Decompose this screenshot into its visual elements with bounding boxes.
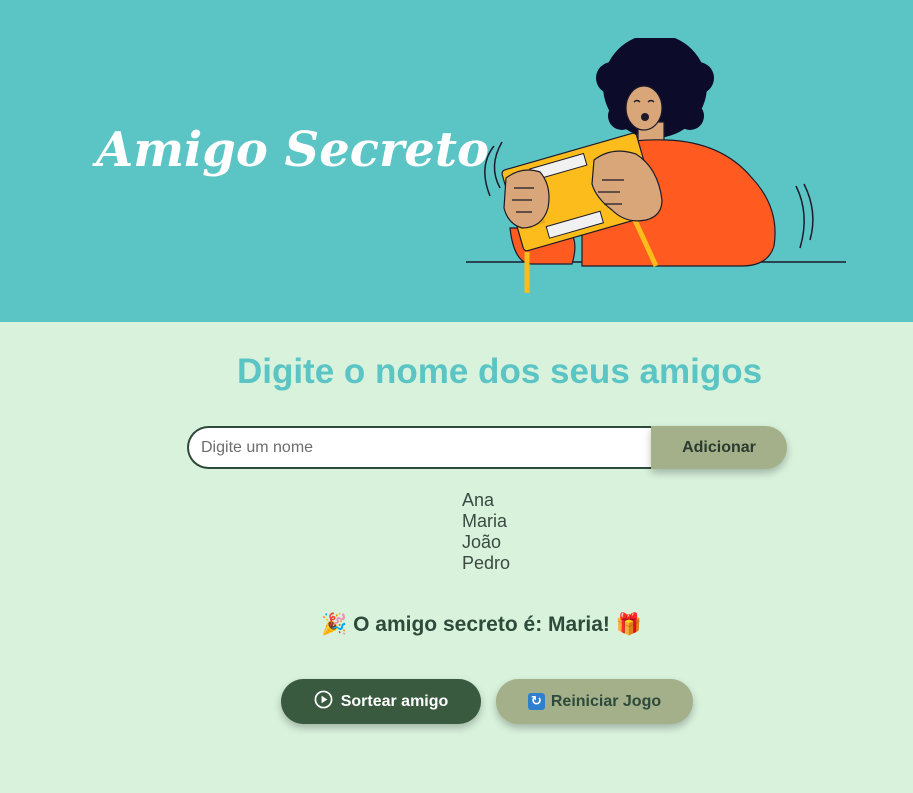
refresh-icon: ↻ — [527, 693, 545, 710]
header-banner: Amigo Secreto — [0, 0, 913, 322]
result-text: O amigo secreto é: Maria! — [353, 613, 610, 636]
play-circle-icon — [314, 690, 333, 714]
add-button[interactable]: Adicionar — [651, 426, 787, 469]
reset-game-label: Reiniciar Jogo — [550, 692, 662, 710]
draw-friend-label: Sortear amigo — [340, 692, 449, 710]
friends-list: Ana Maria João Pedro — [462, 490, 510, 574]
party-popper-icon: 🎉 — [321, 612, 348, 636]
add-friend-form: Adicionar — [187, 426, 787, 469]
friend-list-item: Pedro — [462, 553, 511, 573]
friend-list-item: Ana — [462, 490, 495, 510]
section-heading: Digite o nome dos seus amigos — [236, 352, 763, 391]
friend-name-input[interactable] — [187, 426, 653, 469]
main-section: Digite o nome dos seus amigos Adicionar … — [0, 322, 913, 793]
reset-game-button[interactable]: ↻ Reiniciar Jogo — [496, 679, 693, 724]
person-holding-gift-illustration — [462, 30, 852, 303]
draw-result: 🎉 O amigo secreto é: Maria! 🎁 — [0, 612, 913, 637]
friend-list-item: Maria — [462, 511, 508, 531]
gift-icon: 🎁 — [615, 612, 642, 636]
app-title: Amigo Secreto — [96, 122, 489, 178]
draw-friend-button[interactable]: Sortear amigo — [281, 679, 481, 724]
friend-list-item: João — [462, 532, 502, 552]
